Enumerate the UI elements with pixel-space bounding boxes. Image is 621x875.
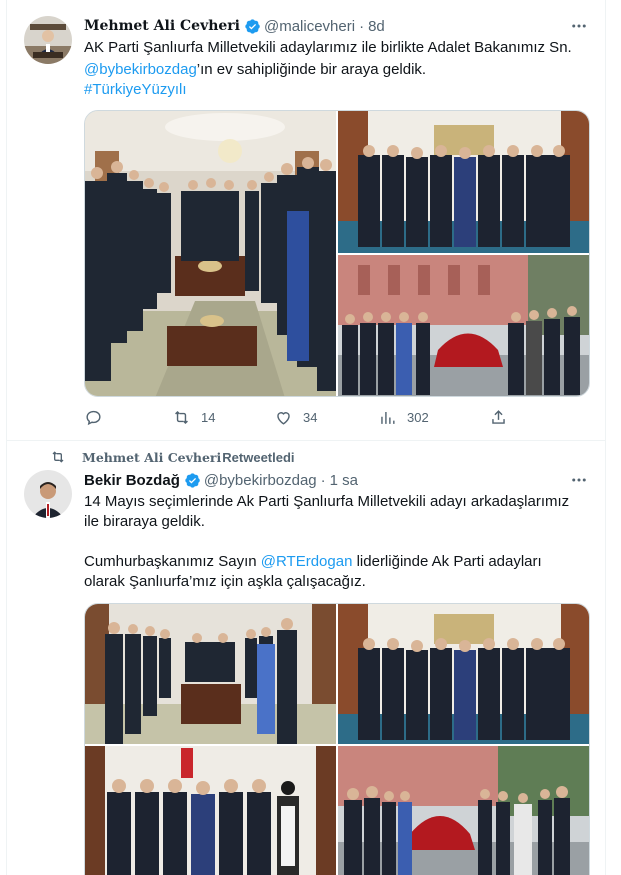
photo-reception-hall[interactable] — [85, 604, 336, 744]
retweet-banner: Mehmet Ali Cevheri Retweetledi — [50, 448, 295, 466]
views-icon — [381, 411, 395, 424]
share-button[interactable] — [489, 408, 508, 427]
photo-group-portrait[interactable] — [338, 111, 589, 253]
more-icon[interactable] — [568, 469, 590, 491]
retweet-button[interactable]: 14 — [172, 408, 215, 427]
tweet-text: liderliğinde Ak Parti adayları — [352, 553, 542, 570]
reply-icon — [86, 410, 101, 426]
photo-group-portrait[interactable] — [338, 604, 589, 744]
verified-icon — [185, 472, 200, 488]
author-name[interactable]: Mehmet Ali Cevheri — [84, 18, 240, 34]
mention-link[interactable]: @bybekirbozdag — [84, 61, 197, 78]
retweet-icon — [52, 451, 64, 463]
tweet-text-line-4: olarak Şanlıurfa’mız için aşkla çalışaca… — [84, 572, 366, 592]
views-count: 302 — [407, 410, 429, 425]
tweet-text-line-1: AK Parti Şanlıurfa Milletvekili adayları… — [84, 38, 572, 58]
mention-link[interactable]: @RTErdogan — [261, 553, 353, 570]
tweet-divider — [6, 440, 606, 441]
separator-dot: · — [359, 17, 365, 35]
author-handle[interactable]: @bybekirbozdag — [204, 472, 317, 489]
timestamp[interactable]: 8d — [368, 18, 385, 35]
tweet-text-line-2: ile biraraya geldik. — [84, 512, 205, 532]
author-handle[interactable]: @malicevheri — [264, 18, 355, 35]
tweet-text: ’ın ev sahipliğinde bir araya geldik. — [196, 61, 427, 78]
tweet-text-line-3: #TürkiyeYüzyılı — [84, 80, 187, 100]
photo-group-portrait-2[interactable] — [85, 746, 336, 875]
tweet-text-line-3: Cumhurbaşkanımız Sayın @RTErdogan liderl… — [84, 552, 542, 572]
media-grid — [84, 110, 590, 397]
views-button[interactable]: 302 — [378, 408, 429, 427]
photo-reception-hall[interactable] — [85, 111, 336, 396]
tweet-text: Cumhurbaşkanımız Sayın — [84, 553, 261, 570]
reply-button[interactable] — [84, 408, 113, 427]
timestamp[interactable]: 1 sa — [330, 472, 358, 489]
tweet-text: AK Parti Şanlıurfa Milletvekili adayları… — [84, 39, 572, 56]
tweet-text: ile biraraya geldik. — [84, 513, 205, 530]
share-icon — [492, 410, 505, 424]
avatar-bekir-bozdag[interactable] — [24, 470, 72, 518]
retweeted-label: Retweetledi — [222, 449, 295, 465]
photo-outdoor-car[interactable] — [338, 255, 589, 396]
hashtag-link[interactable]: #TürkiyeYüzyılı — [84, 81, 187, 98]
separator-dot: · — [320, 471, 326, 489]
media-grid — [84, 603, 590, 875]
more-icon[interactable] — [568, 15, 590, 37]
tweet-text: olarak Şanlıurfa’mız için aşkla çalışaca… — [84, 573, 366, 590]
tweet-text-line-1: 14 Mayıs seçimlerinde Ak Parti Şanlıurfa… — [84, 492, 569, 512]
like-icon — [277, 412, 290, 425]
retweet-icon — [175, 410, 188, 425]
photo-outdoor-car[interactable] — [338, 746, 589, 875]
retweeter-name[interactable]: Mehmet Ali Cevheri — [82, 450, 221, 465]
like-count: 34 — [303, 410, 318, 425]
like-button[interactable]: 34 — [274, 408, 317, 427]
author-name[interactable]: Bekir Bozdağ — [84, 472, 180, 489]
tweet-text: 14 Mayıs seçimlerinde Ak Parti Şanlıurfa… — [84, 493, 570, 510]
tweet-text-line-2: @bybekirbozdag’ın ev sahipliğinde bir ar… — [84, 60, 426, 80]
verified-icon — [245, 18, 260, 34]
avatar-mehmet-ali-cevheri[interactable] — [24, 16, 72, 64]
retweet-count: 14 — [201, 410, 216, 425]
